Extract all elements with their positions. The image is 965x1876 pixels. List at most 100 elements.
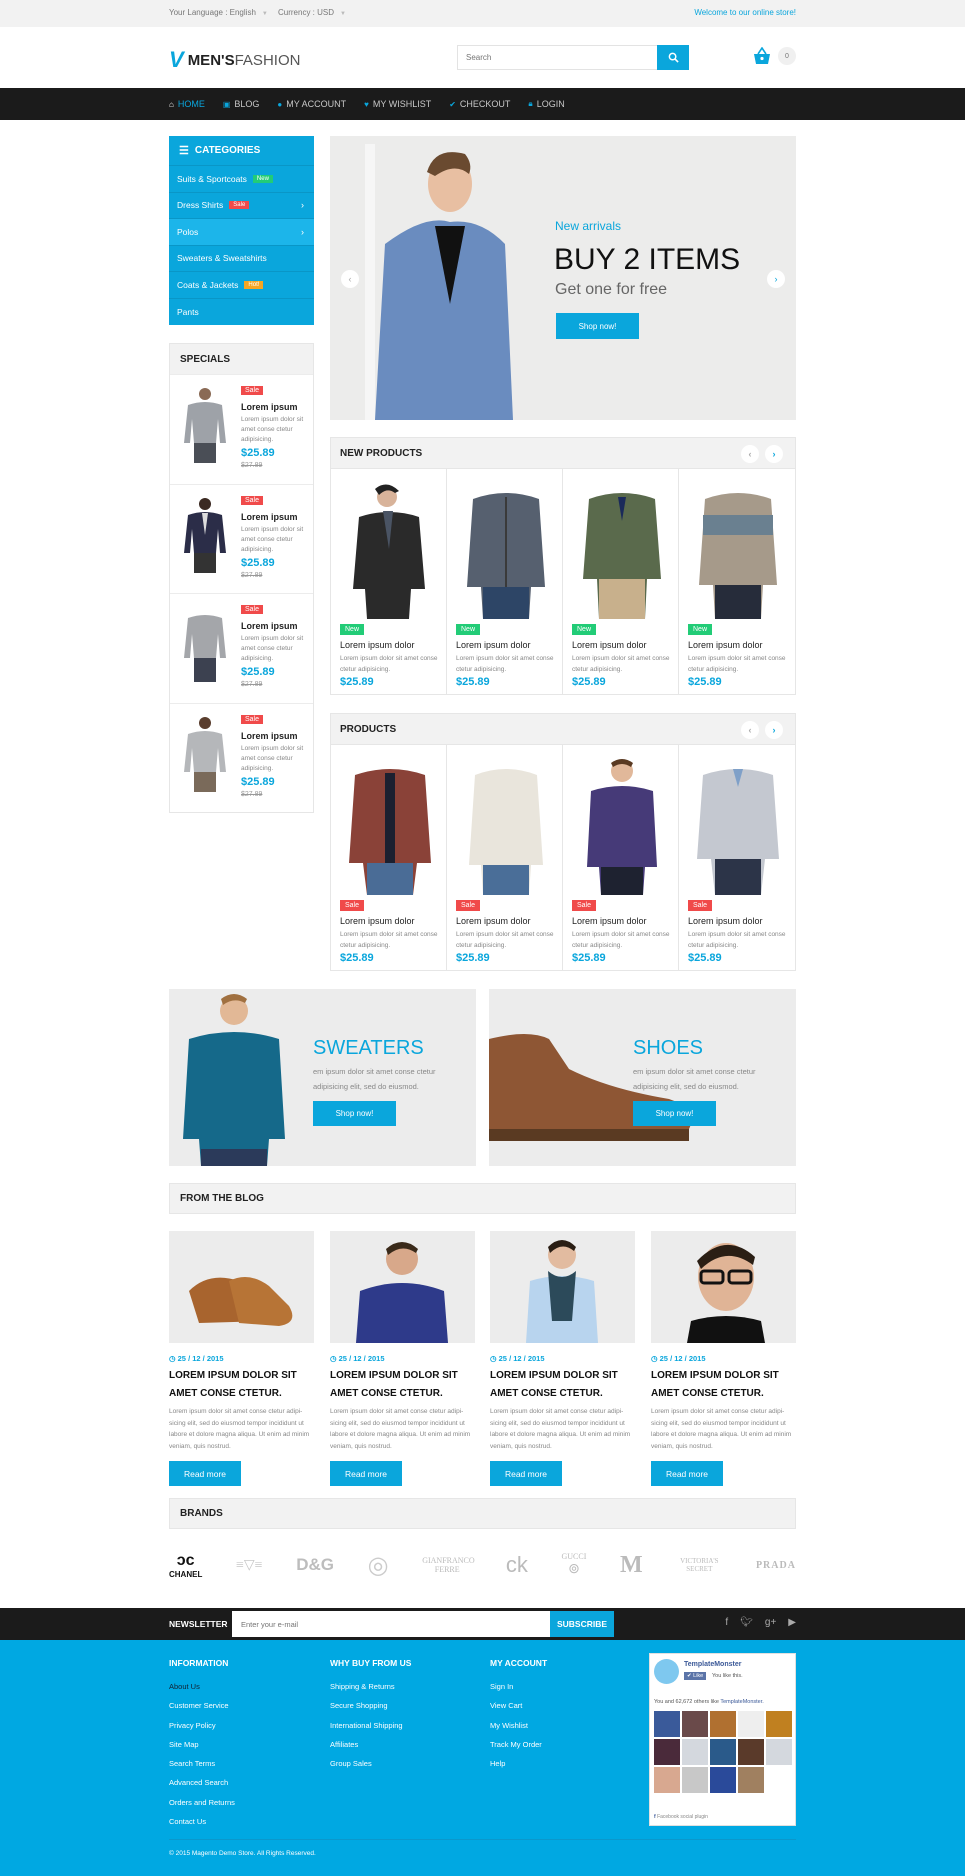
footer-link-help[interactable]: Help: [490, 1759, 547, 1768]
brand-logo-versace[interactable]: ◎: [368, 1551, 389, 1580]
special-item[interactable]: Sale Lorem ipsum Lorem ipsum dolor sit a…: [170, 702, 313, 813]
sweaters-banner[interactable]: SWEATERS em ipsum dolor sit amet conse c…: [169, 989, 476, 1166]
category-sweaters[interactable]: Sweaters & Sweatshirts: [169, 246, 314, 272]
cart-button[interactable]: 0: [752, 47, 796, 65]
shop-now-button[interactable]: Shop now!: [556, 313, 639, 339]
like-button[interactable]: ✔ Like: [684, 1672, 707, 1680]
brand-logo-chanel[interactable]: ↄc CHANEL: [169, 1552, 202, 1579]
product-card[interactable]: New Lorem ipsum dolor Lorem ipsum dolor …: [331, 469, 447, 694]
brand-logo-ferre[interactable]: GIANFRANCO FERRE: [422, 1556, 474, 1574]
product-name[interactable]: Lorem ipsum: [241, 512, 298, 522]
footer-link-international-shipping[interactable]: International Shipping: [330, 1721, 411, 1730]
footer-link-orders-returns[interactable]: Orders and Returns: [169, 1798, 235, 1807]
product-card[interactable]: New Lorem ipsum dolor Lorem ipsum dolor …: [679, 469, 795, 694]
product-name[interactable]: Lorem ipsum dolor: [456, 916, 531, 926]
footer-link-track-order[interactable]: Track My Order: [490, 1740, 547, 1749]
shop-now-button[interactable]: Shop now!: [633, 1101, 716, 1126]
product-name[interactable]: Lorem ipsum dolor: [572, 916, 647, 926]
footer-link-secure-shopping[interactable]: Secure Shopping: [330, 1701, 411, 1710]
shop-now-button[interactable]: Shop now!: [313, 1101, 396, 1126]
footer-link-affiliates[interactable]: Affiliates: [330, 1740, 411, 1749]
slider-prev-button[interactable]: ‹: [341, 270, 359, 288]
product-name[interactable]: Lorem ipsum dolor: [340, 640, 415, 650]
product-card[interactable]: Sale Lorem ipsum dolor Lorem ipsum dolor…: [447, 745, 563, 970]
read-more-button[interactable]: Read more: [169, 1461, 241, 1486]
page-link[interactable]: TemplateMonster.: [720, 1699, 763, 1705]
google-plus-icon[interactable]: g+: [765, 1617, 776, 1628]
fan-avatar[interactable]: [654, 1767, 680, 1793]
nav-my-wishlist[interactable]: ♥ MY WISHLIST: [364, 99, 431, 109]
youtube-icon[interactable]: ▶: [788, 1617, 796, 1628]
post-title[interactable]: LOREM IPSUM DOLOR SIT AMET CONSE CTETUR.: [651, 1367, 796, 1403]
product-name[interactable]: Lorem ipsum dolor: [456, 640, 531, 650]
fan-avatar[interactable]: [738, 1711, 764, 1737]
brand-logo-armani[interactable]: ≡▽≡: [236, 1557, 263, 1574]
footer-link-sign-in[interactable]: Sign In: [490, 1682, 547, 1691]
carousel-prev-button[interactable]: ‹: [741, 721, 759, 739]
footer-link-privacy-policy[interactable]: Privacy Policy: [169, 1721, 235, 1730]
fan-avatar[interactable]: [682, 1711, 708, 1737]
read-more-button[interactable]: Read more: [330, 1461, 402, 1486]
carousel-next-button[interactable]: ›: [765, 721, 783, 739]
nav-blog[interactable]: ▣ BLOG: [223, 99, 260, 109]
footer-link-shipping-returns[interactable]: Shipping & Returns: [330, 1682, 411, 1691]
product-name[interactable]: Lorem ipsum dolor: [688, 916, 763, 926]
twitter-icon[interactable]: 🐦︎: [740, 1617, 753, 1628]
footer-link-contact-us[interactable]: Contact Us: [169, 1817, 235, 1826]
product-card[interactable]: New Lorem ipsum dolor Lorem ipsum dolor …: [447, 469, 563, 694]
product-name[interactable]: Lorem ipsum: [241, 731, 298, 741]
product-name[interactable]: Lorem ipsum dolor: [572, 640, 647, 650]
category-coats-jackets[interactable]: Coats & Jackets Hot!: [169, 272, 314, 299]
post-title[interactable]: LOREM IPSUM DOLOR SIT AMET CONSE CTETUR.: [330, 1367, 475, 1403]
shoes-banner[interactable]: SHOES em ipsum dolor sit amet conse ctet…: [489, 989, 796, 1166]
special-item[interactable]: Sale Lorem ipsum Lorem ipsum dolor sit a…: [170, 593, 313, 703]
newsletter-email-input[interactable]: [232, 1611, 550, 1637]
facebook-icon[interactable]: f: [725, 1617, 728, 1628]
nav-home[interactable]: ⌂ HOME: [169, 99, 205, 109]
subscribe-button[interactable]: SUBSCRIBE: [550, 1611, 614, 1637]
slider-next-button[interactable]: ›: [767, 270, 785, 288]
search-input[interactable]: [458, 46, 656, 69]
nav-login[interactable]: 🔒︎ LOGIN: [528, 99, 564, 109]
language-selector[interactable]: Your Language : English ▼: [169, 8, 268, 17]
post-title[interactable]: LOREM IPSUM DOLOR SIT AMET CONSE CTETUR.: [490, 1367, 635, 1403]
fan-avatar[interactable]: [682, 1739, 708, 1765]
post-title[interactable]: LOREM IPSUM DOLOR SIT AMET CONSE CTETUR.: [169, 1367, 314, 1403]
product-name[interactable]: Lorem ipsum: [241, 402, 298, 412]
fan-avatar[interactable]: [738, 1739, 764, 1765]
footer-link-customer-service[interactable]: Customer Service: [169, 1701, 235, 1710]
fan-avatar[interactable]: [654, 1739, 680, 1765]
footer-link-view-cart[interactable]: View Cart: [490, 1701, 547, 1710]
currency-selector[interactable]: Currency : USD ▼: [278, 8, 346, 17]
nav-checkout[interactable]: ✔ CHECKOUT: [449, 99, 510, 109]
product-name[interactable]: Lorem ipsum dolor: [340, 916, 415, 926]
read-more-button[interactable]: Read more: [490, 1461, 562, 1486]
footer-link-group-sales[interactable]: Group Sales: [330, 1759, 411, 1768]
footer-link-advanced-search[interactable]: Advanced Search: [169, 1778, 235, 1787]
brand-logo-gucci[interactable]: GUCCI ⊚: [561, 1552, 586, 1578]
brand-logo-victorias-secret[interactable]: VICTORIA'S SECRET: [676, 1557, 722, 1573]
special-item[interactable]: Sale Lorem ipsum Lorem ipsum dolor sit a…: [170, 374, 313, 484]
brand-logo-prada[interactable]: PRADA: [756, 1560, 796, 1571]
brand-logo-dg[interactable]: D&G: [296, 1555, 334, 1575]
read-more-button[interactable]: Read more: [651, 1461, 723, 1486]
category-pants[interactable]: Pants: [169, 299, 314, 326]
blog-image[interactable]: [169, 1231, 314, 1343]
carousel-prev-button[interactable]: ‹: [741, 445, 759, 463]
product-card[interactable]: Sale Lorem ipsum dolor Lorem ipsum dolor…: [679, 745, 795, 970]
product-card[interactable]: Sale Lorem ipsum dolor Lorem ipsum dolor…: [563, 745, 679, 970]
page-name-link[interactable]: TemplateMonster: [684, 1661, 741, 1668]
category-polos[interactable]: Polos ›: [169, 219, 314, 246]
search-button[interactable]: [657, 45, 689, 70]
footer-link-search-terms[interactable]: Search Terms: [169, 1759, 235, 1768]
fan-avatar[interactable]: [710, 1739, 736, 1765]
fan-avatar[interactable]: [766, 1711, 792, 1737]
footer-link-about-us[interactable]: About Us: [169, 1682, 235, 1691]
fan-avatar[interactable]: [682, 1767, 708, 1793]
blog-image[interactable]: [330, 1231, 475, 1343]
blog-image[interactable]: [651, 1231, 796, 1343]
footer-link-my-wishlist[interactable]: My Wishlist: [490, 1721, 547, 1730]
fan-avatar[interactable]: [710, 1711, 736, 1737]
blog-image[interactable]: [490, 1231, 635, 1343]
product-name[interactable]: Lorem ipsum: [241, 621, 298, 631]
